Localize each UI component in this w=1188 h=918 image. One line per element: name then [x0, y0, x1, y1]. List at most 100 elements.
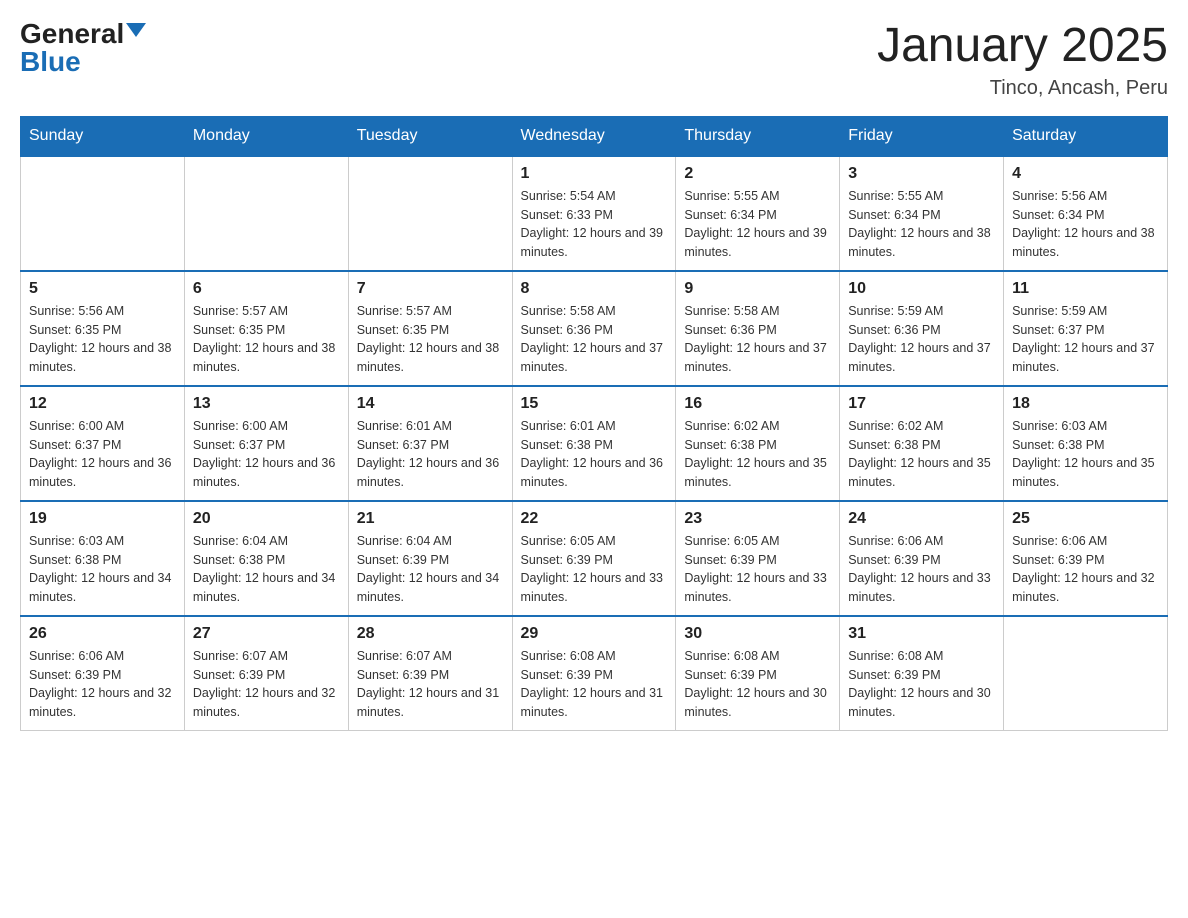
day-number: 10 — [848, 280, 995, 298]
calendar-header-row: SundayMondayTuesdayWednesdayThursdayFrid… — [21, 116, 1168, 156]
page-header: General Blue January 2025 Tinco, Ancash,… — [20, 20, 1168, 100]
day-cell — [1004, 616, 1168, 731]
day-number: 2 — [684, 165, 831, 183]
logo-blue-text: Blue — [20, 46, 81, 77]
day-number: 6 — [193, 280, 340, 298]
day-cell: 24 Sunrise: 6:06 AMSunset: 6:39 PMDayligh… — [840, 501, 1004, 616]
day-number: 19 — [29, 510, 176, 528]
day-info: Sunrise: 6:06 AMSunset: 6:39 PMDaylight:… — [1012, 532, 1159, 607]
day-number: 23 — [684, 510, 831, 528]
day-cell: 8 Sunrise: 5:58 AMSunset: 6:36 PMDaylight… — [512, 271, 676, 386]
day-info: Sunrise: 6:08 AMSunset: 6:39 PMDaylight:… — [521, 647, 668, 722]
day-cell: 28 Sunrise: 6:07 AMSunset: 6:39 PMDayligh… — [348, 616, 512, 731]
week-row-2: 5 Sunrise: 5:56 AMSunset: 6:35 PMDaylight… — [21, 271, 1168, 386]
month-title: January 2025 — [877, 20, 1168, 73]
day-cell — [348, 156, 512, 271]
day-number: 28 — [357, 625, 504, 643]
day-number: 14 — [357, 395, 504, 413]
column-header-tuesday: Tuesday — [348, 116, 512, 156]
day-cell: 18 Sunrise: 6:03 AMSunset: 6:38 PMDayligh… — [1004, 386, 1168, 501]
day-cell: 29Sunrise: 6:08 AMSunset: 6:39 PMDayligh… — [512, 616, 676, 731]
week-row-1: 1Sunrise: 5:54 AMSunset: 6:33 PMDaylight… — [21, 156, 1168, 271]
day-cell: 27 Sunrise: 6:07 AMSunset: 6:39 PMDayligh… — [184, 616, 348, 731]
day-number: 20 — [193, 510, 340, 528]
day-cell: 10 Sunrise: 5:59 AMSunset: 6:36 PMDayligh… — [840, 271, 1004, 386]
day-info: Sunrise: 5:59 AMSunset: 6:37 PMDaylight:… — [1012, 302, 1159, 377]
day-info: Sunrise: 6:01 AMSunset: 6:38 PMDaylight:… — [521, 417, 668, 492]
title-area: January 2025 Tinco, Ancash, Peru — [877, 20, 1168, 100]
week-row-5: 26Sunrise: 6:06 AMSunset: 6:39 PMDayligh… — [21, 616, 1168, 731]
day-info: Sunrise: 5:55 AMSunset: 6:34 PMDaylight:… — [684, 187, 831, 262]
day-number: 27 — [193, 625, 340, 643]
day-cell: 9 Sunrise: 5:58 AMSunset: 6:36 PMDaylight… — [676, 271, 840, 386]
day-number: 9 — [684, 280, 831, 298]
day-cell: 5 Sunrise: 5:56 AMSunset: 6:35 PMDaylight… — [21, 271, 185, 386]
day-number: 21 — [357, 510, 504, 528]
day-info: Sunrise: 6:06 AMSunset: 6:39 PMDaylight:… — [848, 532, 995, 607]
day-cell: 3 Sunrise: 5:55 AMSunset: 6:34 PMDaylight… — [840, 156, 1004, 271]
day-cell: 20 Sunrise: 6:04 AMSunset: 6:38 PMDayligh… — [184, 501, 348, 616]
day-info: Sunrise: 6:07 AMSunset: 6:39 PMDaylight:… — [357, 647, 504, 722]
day-info: Sunrise: 6:05 AMSunset: 6:39 PMDaylight:… — [684, 532, 831, 607]
day-info: Sunrise: 5:56 AMSunset: 6:34 PMDaylight:… — [1012, 187, 1159, 262]
day-info: Sunrise: 6:07 AMSunset: 6:39 PMDaylight:… — [193, 647, 340, 722]
day-info: Sunrise: 5:57 AMSunset: 6:35 PMDaylight:… — [193, 302, 340, 377]
calendar-table: SundayMondayTuesdayWednesdayThursdayFrid… — [20, 116, 1168, 731]
day-info: Sunrise: 5:58 AMSunset: 6:36 PMDaylight:… — [684, 302, 831, 377]
day-cell — [184, 156, 348, 271]
day-number: 11 — [1012, 280, 1159, 298]
day-cell: 23 Sunrise: 6:05 AMSunset: 6:39 PMDayligh… — [676, 501, 840, 616]
day-info: Sunrise: 6:02 AMSunset: 6:38 PMDaylight:… — [848, 417, 995, 492]
day-info: Sunrise: 6:08 AMSunset: 6:39 PMDaylight:… — [684, 647, 831, 722]
day-cell: 15 Sunrise: 6:01 AMSunset: 6:38 PMDayligh… — [512, 386, 676, 501]
day-number: 8 — [521, 280, 668, 298]
day-number: 25 — [1012, 510, 1159, 528]
day-number: 13 — [193, 395, 340, 413]
day-info: Sunrise: 5:55 AMSunset: 6:34 PMDaylight:… — [848, 187, 995, 262]
day-cell: 2 Sunrise: 5:55 AMSunset: 6:34 PMDaylight… — [676, 156, 840, 271]
week-row-3: 12Sunrise: 6:00 AMSunset: 6:37 PMDayligh… — [21, 386, 1168, 501]
day-info: Sunrise: 5:58 AMSunset: 6:36 PMDaylight:… — [521, 302, 668, 377]
day-number: 24 — [848, 510, 995, 528]
day-number: 7 — [357, 280, 504, 298]
day-cell: 21Sunrise: 6:04 AMSunset: 6:39 PMDayligh… — [348, 501, 512, 616]
day-info: Sunrise: 6:00 AMSunset: 6:37 PMDaylight:… — [29, 417, 176, 492]
day-info: Sunrise: 6:03 AMSunset: 6:38 PMDaylight:… — [29, 532, 176, 607]
day-cell: 30 Sunrise: 6:08 AMSunset: 6:39 PMDayligh… — [676, 616, 840, 731]
day-info: Sunrise: 5:57 AMSunset: 6:35 PMDaylight:… — [357, 302, 504, 377]
day-number: 3 — [848, 165, 995, 183]
day-cell: 31Sunrise: 6:08 AMSunset: 6:39 PMDayligh… — [840, 616, 1004, 731]
day-cell: 25 Sunrise: 6:06 AMSunset: 6:39 PMDayligh… — [1004, 501, 1168, 616]
day-number: 5 — [29, 280, 176, 298]
day-info: Sunrise: 6:00 AMSunset: 6:37 PMDaylight:… — [193, 417, 340, 492]
day-cell: 12Sunrise: 6:00 AMSunset: 6:37 PMDayligh… — [21, 386, 185, 501]
column-header-saturday: Saturday — [1004, 116, 1168, 156]
day-cell: 1Sunrise: 5:54 AMSunset: 6:33 PMDaylight… — [512, 156, 676, 271]
day-number: 31 — [848, 625, 995, 643]
day-cell: 7 Sunrise: 5:57 AMSunset: 6:35 PMDaylight… — [348, 271, 512, 386]
day-number: 18 — [1012, 395, 1159, 413]
day-number: 16 — [684, 395, 831, 413]
logo-general-text: General — [20, 20, 124, 48]
day-cell: 19 Sunrise: 6:03 AMSunset: 6:38 PMDayligh… — [21, 501, 185, 616]
day-info: Sunrise: 6:02 AMSunset: 6:38 PMDaylight:… — [684, 417, 831, 492]
day-info: Sunrise: 6:05 AMSunset: 6:39 PMDaylight:… — [521, 532, 668, 607]
day-number: 15 — [521, 395, 668, 413]
day-cell: 22 Sunrise: 6:05 AMSunset: 6:39 PMDayligh… — [512, 501, 676, 616]
day-cell: 6 Sunrise: 5:57 AMSunset: 6:35 PMDaylight… — [184, 271, 348, 386]
week-row-4: 19 Sunrise: 6:03 AMSunset: 6:38 PMDayligh… — [21, 501, 1168, 616]
day-info: Sunrise: 5:59 AMSunset: 6:36 PMDaylight:… — [848, 302, 995, 377]
column-header-sunday: Sunday — [21, 116, 185, 156]
logo: General Blue — [20, 20, 146, 76]
column-header-monday: Monday — [184, 116, 348, 156]
day-cell: 16 Sunrise: 6:02 AMSunset: 6:38 PMDayligh… — [676, 386, 840, 501]
day-number: 17 — [848, 395, 995, 413]
day-info: Sunrise: 6:03 AMSunset: 6:38 PMDaylight:… — [1012, 417, 1159, 492]
column-header-thursday: Thursday — [676, 116, 840, 156]
day-number: 26 — [29, 625, 176, 643]
day-cell: 17 Sunrise: 6:02 AMSunset: 6:38 PMDayligh… — [840, 386, 1004, 501]
day-number: 30 — [684, 625, 831, 643]
day-number: 22 — [521, 510, 668, 528]
day-info: Sunrise: 6:04 AMSunset: 6:38 PMDaylight:… — [193, 532, 340, 607]
day-info: Sunrise: 5:56 AMSunset: 6:35 PMDaylight:… — [29, 302, 176, 377]
